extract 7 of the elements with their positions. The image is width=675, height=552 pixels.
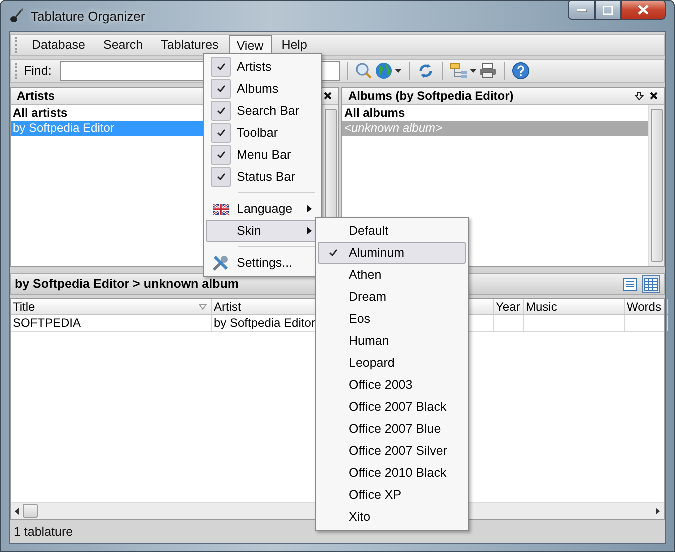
table-cell: SOFTPEDIA [11,315,212,331]
window-title: Tablature Organizer [31,8,146,24]
breadcrumb: by Softpedia Editor > unknown album [15,277,240,291]
panel-title: Albums (by Softpedia Editor) [348,89,515,103]
panel-title: Artists [17,89,56,103]
status-text: 1 tablature [14,524,74,538]
find-label: Find: [24,64,52,78]
